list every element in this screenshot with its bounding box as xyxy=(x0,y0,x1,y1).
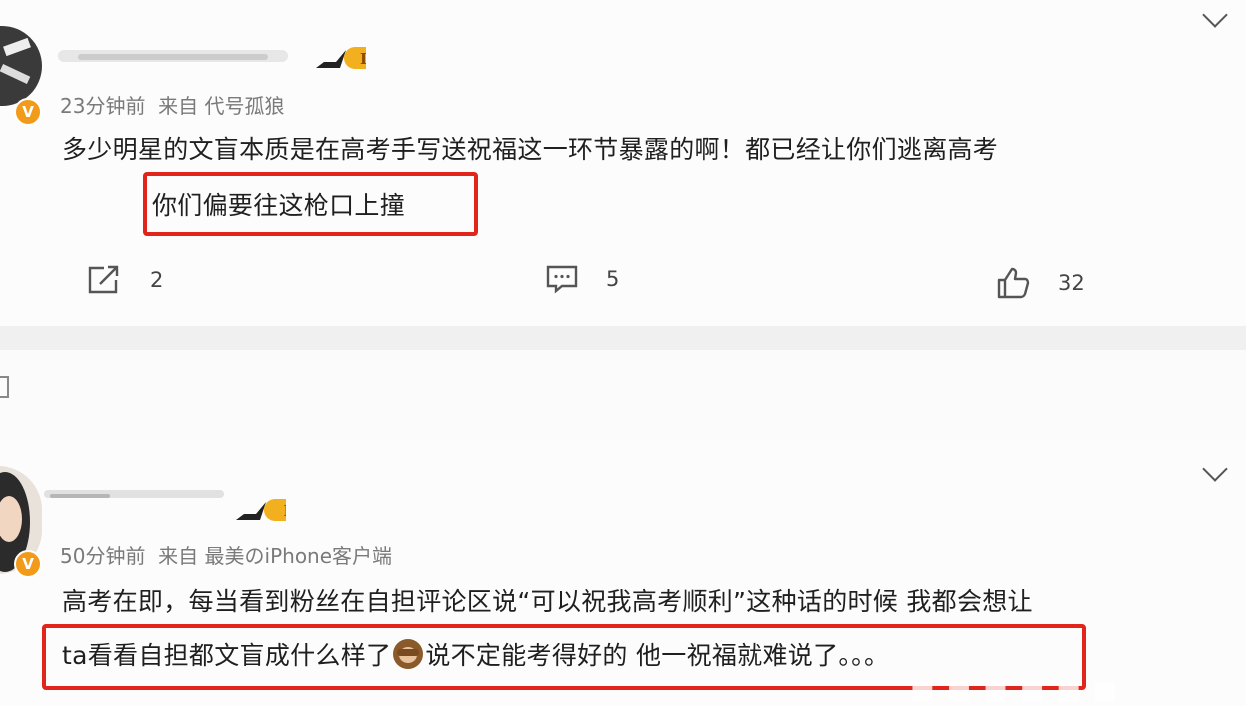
comment-source[interactable]: 来自 最美のiPhone客户端 xyxy=(158,544,392,568)
comment-text-line1: 多少明星的文盲本质是在高考手写送祝福这一环节暴露的啊！都已经让你们逃离高考 xyxy=(62,135,999,164)
repost-action[interactable]: 2 xyxy=(86,264,163,296)
comment-card: V II 23分钟前 来自 代号孤狼 多少明星的文盲本质是在高考手写送祝福这一环… xyxy=(0,0,1246,326)
vip-level-badge: II xyxy=(316,47,366,69)
comment-meta: 23分钟前 来自 代号孤狼 xyxy=(60,90,285,119)
verified-badge: V xyxy=(14,550,42,578)
verified-badge: V xyxy=(14,98,42,126)
comment-time: 50分钟前 xyxy=(60,544,146,568)
comment-text-line1: 高考在即，每当看到粉丝在自担评论区说“可以祝我高考顺利”这种话的时候 我都会想让 xyxy=(62,587,1033,616)
username-blurred[interactable] xyxy=(58,42,298,64)
username-blurred[interactable] xyxy=(40,480,240,502)
vip-level-text: II xyxy=(360,50,366,68)
vip-level-badge: I xyxy=(236,499,286,521)
like-count: 32 xyxy=(1058,271,1085,295)
comment-meta: 50分钟前 来自 最美のiPhone客户端 xyxy=(60,540,392,569)
comment-count: 5 xyxy=(606,267,620,291)
comment-action[interactable]: 5 xyxy=(546,264,619,294)
highlight-box xyxy=(143,172,478,236)
edge-bracket xyxy=(0,376,9,398)
repost-count: 2 xyxy=(150,268,164,292)
avatar[interactable] xyxy=(0,26,42,106)
comment-time: 23分钟前 xyxy=(60,94,146,118)
watermark: ■■■■■■ xyxy=(910,676,1130,706)
comment-icon xyxy=(546,265,578,294)
vip-level-text: I xyxy=(283,502,286,520)
repost-icon xyxy=(88,265,119,294)
spacer xyxy=(0,350,1246,440)
comment-source[interactable]: 来自 代号孤狼 xyxy=(158,94,284,118)
card-divider xyxy=(0,326,1246,350)
like-icon xyxy=(997,267,1030,299)
chevron-down-icon[interactable] xyxy=(1202,456,1228,482)
like-action[interactable]: 32 xyxy=(996,266,1085,300)
comment-card: V I 50分钟前 来自 最美のiPhone客户端 高考在即，每当看到粉丝在自担… xyxy=(0,440,1246,706)
chevron-down-icon[interactable] xyxy=(1202,2,1228,28)
